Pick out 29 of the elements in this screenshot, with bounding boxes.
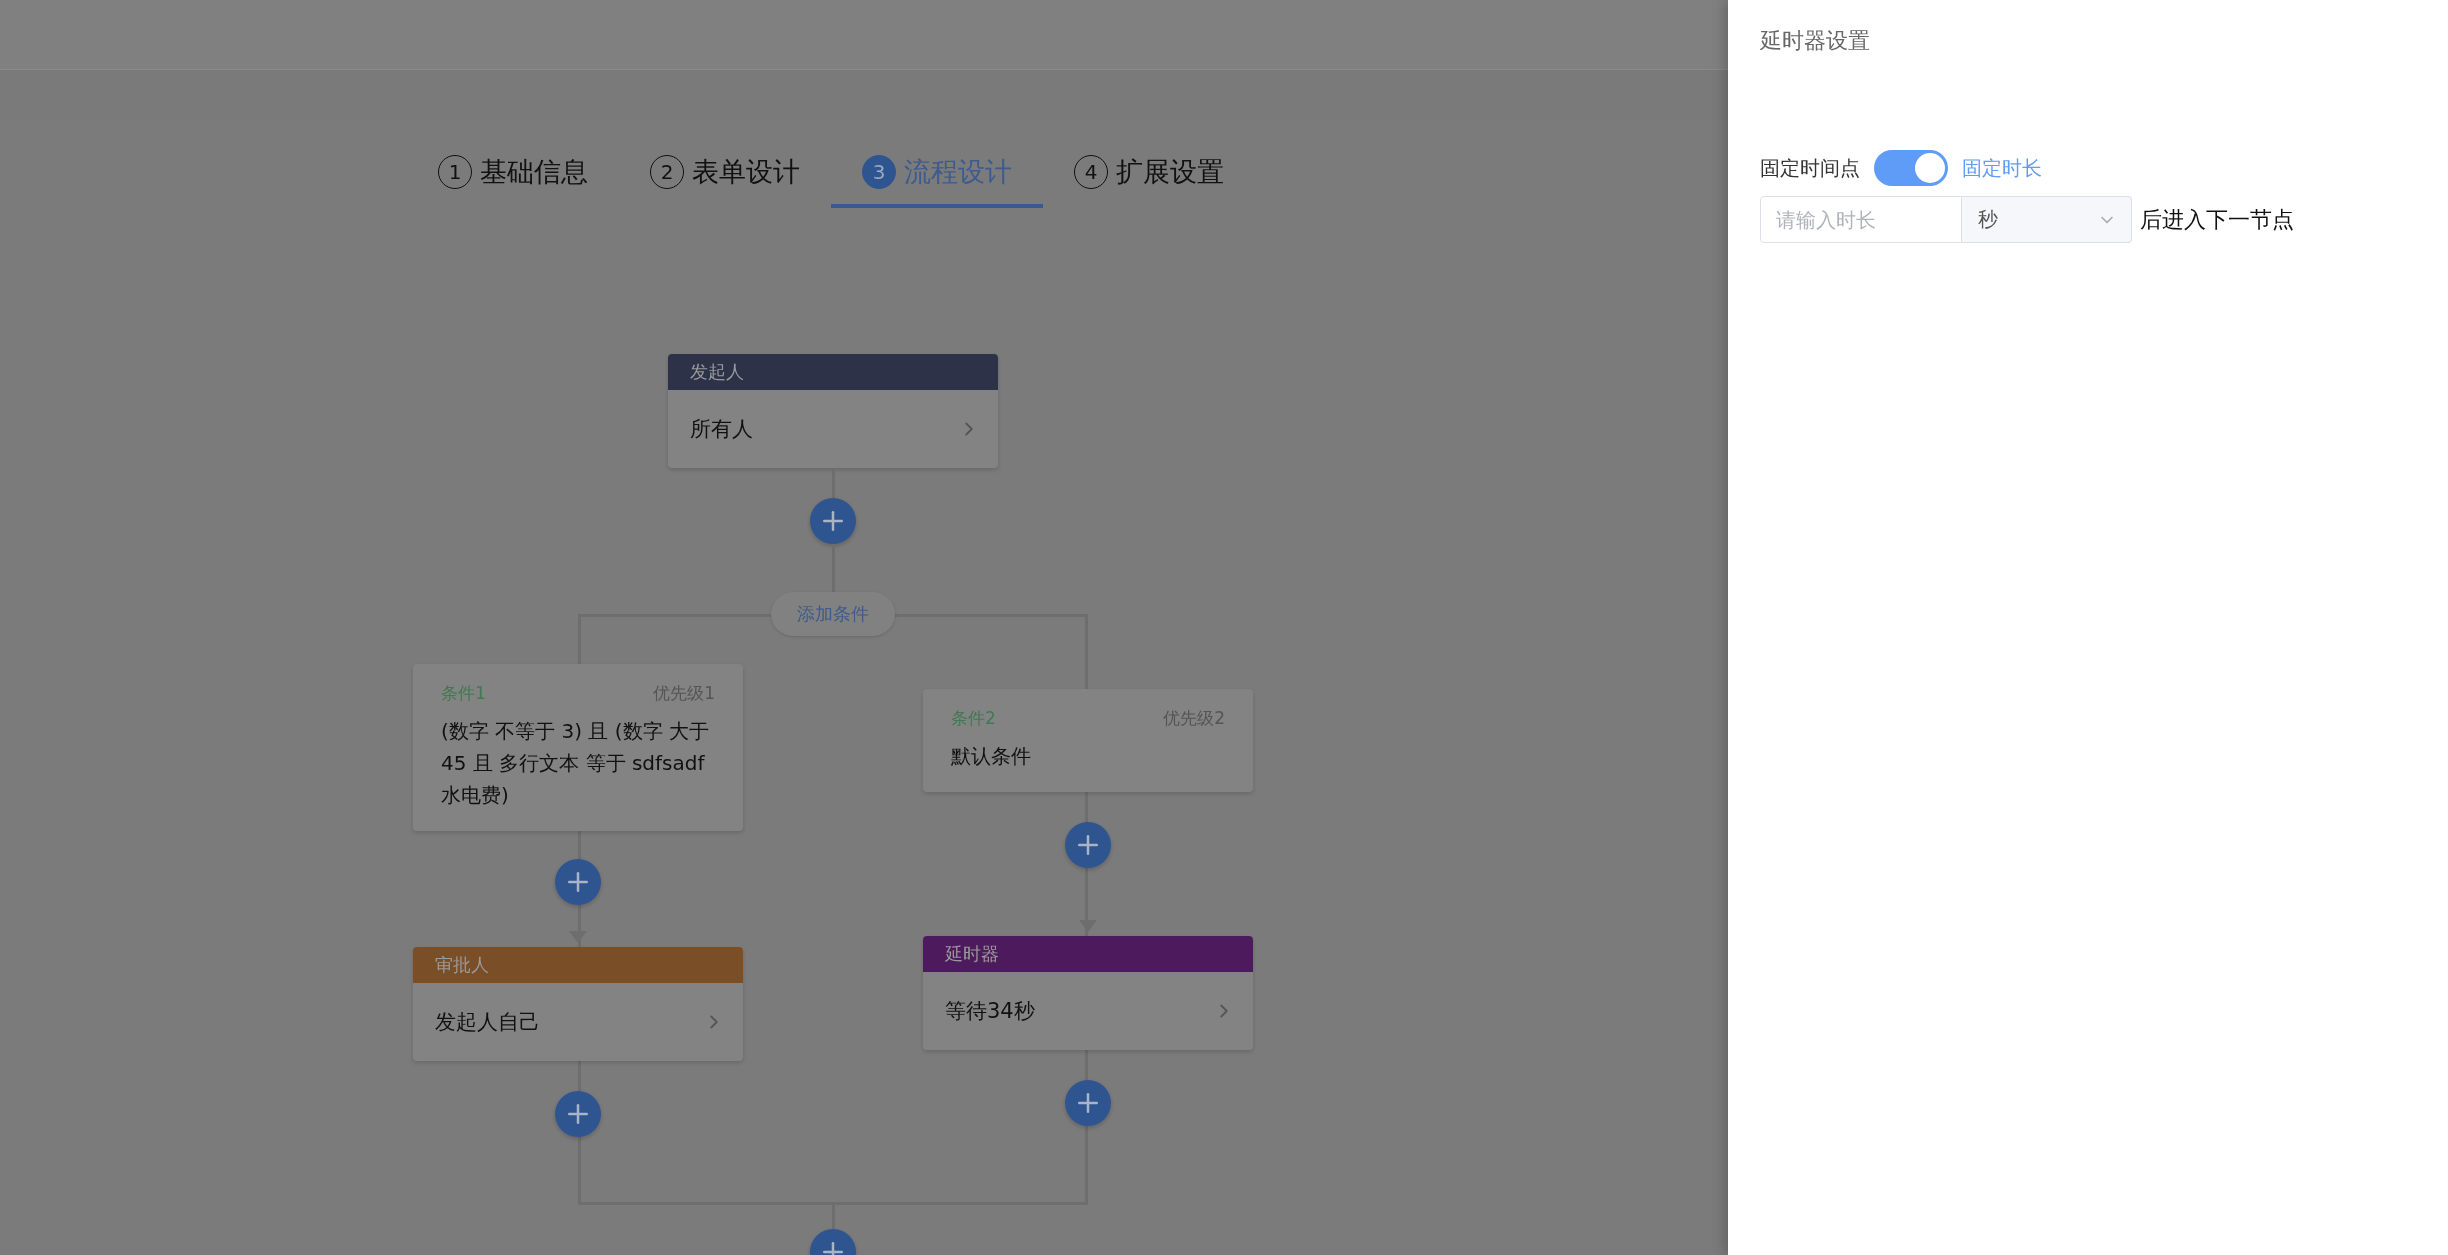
mode-label: 固定时长 <box>1962 154 2042 182</box>
flow-node-card[interactable]: 发起人 所有人 <box>668 354 998 468</box>
step-tab[interactable]: 1 基础信息 <box>407 140 619 208</box>
mode-label: 固定时间点 <box>1760 154 1860 182</box>
condition-title: 条件1 <box>441 682 486 705</box>
condition-text: 默认条件 <box>951 743 1032 770</box>
duration-input[interactable]: 请输入时长 <box>1760 196 1962 243</box>
suffix-text: 后进入下一节点 <box>2140 205 2294 234</box>
node-header: 发起人 <box>668 354 998 390</box>
add-node-button[interactable] <box>555 859 601 905</box>
mode-switch[interactable] <box>1874 150 1948 186</box>
step-tab[interactable]: 4 扩展设置 <box>1043 140 1255 208</box>
add-node-button[interactable] <box>555 1091 601 1137</box>
condition-text: (数字 不等于 3) 且 (数字 大于 45 且 多行文本 等于 sdfsadf 水电费) <box>441 718 710 809</box>
step-tab[interactable]: 2 表单设计 <box>619 140 831 208</box>
add-node-button[interactable] <box>1065 822 1111 868</box>
node-header: 审批人 <box>413 947 743 983</box>
condition-title: 条件2 <box>951 707 996 730</box>
flow-node-card[interactable]: 审批人 发起人自己 <box>413 947 743 1061</box>
step-tab[interactable]: 3 流程设计 <box>831 140 1043 208</box>
add-node-button[interactable] <box>810 498 856 544</box>
node-content: 所有人 <box>690 416 753 443</box>
node-content: 等待34秒 <box>945 998 1035 1025</box>
unit-select[interactable]: 秒 <box>1962 196 2132 243</box>
add-node-button[interactable] <box>1065 1080 1111 1126</box>
node-header: 延时器 <box>923 936 1253 972</box>
flow-node-card[interactable]: 延时器 等待34秒 <box>923 936 1253 1050</box>
node-content: 发起人自己 <box>435 1009 540 1036</box>
drawer-title: 延时器设置 <box>1760 27 1871 55</box>
